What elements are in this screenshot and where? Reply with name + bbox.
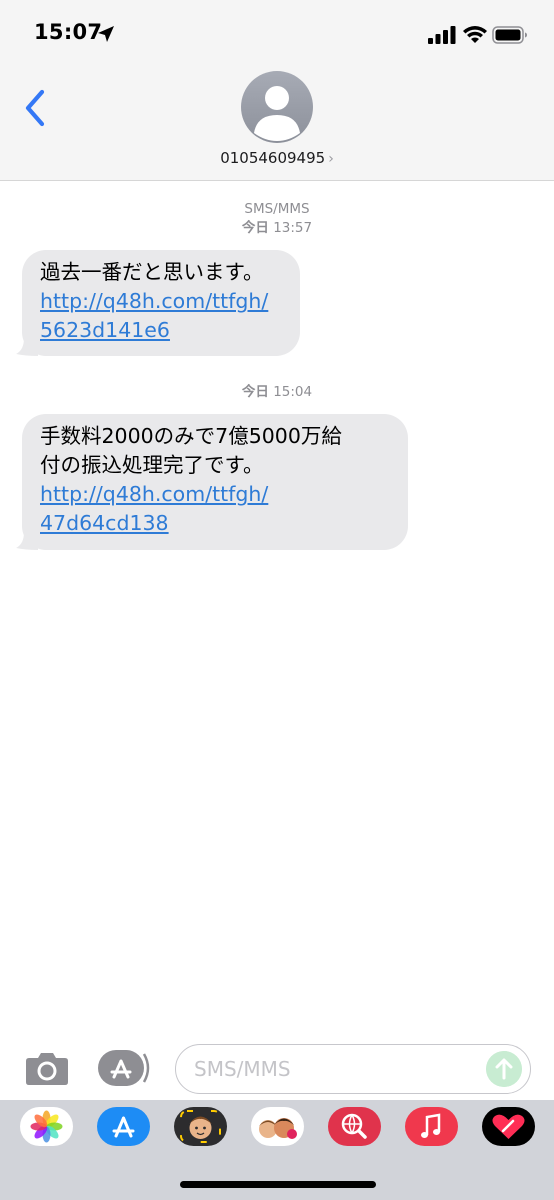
incoming-message-bubble[interactable]: 過去一番だと思います。 http://q48h.com/ttfgh/ 5623d… — [16, 250, 300, 356]
contact-number: 01054609495 — [220, 149, 326, 167]
send-button[interactable] — [486, 1051, 522, 1087]
message-input[interactable]: SMS/MMS — [175, 1044, 531, 1094]
link-line: http://q48h.com/ttfgh/ — [40, 482, 269, 506]
timestamp-day: 今日 — [241, 220, 269, 236]
message-link[interactable]: http://q48h.com/ttfgh/ 47d64cd138 — [40, 480, 390, 538]
status-time: 15:07 — [34, 20, 103, 44]
link-line: 5623d141e6 — [40, 318, 170, 342]
app-store-icon[interactable] — [97, 1107, 150, 1146]
person-silhouette-icon — [254, 86, 300, 141]
timestamp: 今日 15:04 — [0, 383, 554, 401]
back-button[interactable] — [18, 86, 52, 130]
link-line: http://q48h.com/ttfgh/ — [40, 289, 269, 313]
bubble-tail — [16, 338, 38, 356]
music-icon[interactable] — [405, 1107, 458, 1146]
battery-icon — [492, 26, 527, 44]
chevron-right-icon: › — [328, 151, 334, 167]
timestamp: 今日 13:57 — [0, 219, 554, 237]
location-arrow-icon — [98, 26, 114, 42]
service-label: SMS/MMS — [244, 201, 310, 217]
memoji-icon[interactable] — [174, 1107, 227, 1146]
contact-avatar[interactable] — [241, 71, 313, 143]
camera-icon[interactable] — [25, 1050, 69, 1086]
link-line: 47d64cd138 — [40, 511, 169, 535]
status-bar: 15:07 — [0, 0, 554, 70]
message-link[interactable]: http://q48h.com/ttfgh/ 5623d141e6 — [40, 287, 282, 345]
incoming-message-bubble[interactable]: 手数料2000のみで7億5000万給 付の振込処理完了です。 http://q4… — [16, 414, 408, 550]
cellular-signal-icon — [428, 26, 456, 44]
wifi-icon — [463, 26, 487, 43]
message-text: 付の振込処理完了です。 — [40, 453, 264, 477]
message-input-placeholder: SMS/MMS — [194, 1057, 291, 1081]
photos-icon[interactable] — [20, 1107, 73, 1146]
web-search-icon[interactable] — [328, 1107, 381, 1146]
app-store-drawer-icon[interactable] — [97, 1049, 153, 1087]
contact-name-button[interactable]: 01054609495 › — [0, 149, 554, 167]
message-text: 手数料2000のみで7億5000万給 — [40, 424, 342, 448]
timestamp-time: 15:04 — [273, 384, 313, 400]
timestamp-time: 13:57 — [273, 220, 313, 236]
bubble-tail — [16, 532, 38, 550]
memoji-stickers-icon[interactable] — [251, 1107, 304, 1146]
conversation-header: 15:07 01054609495 › — [0, 0, 554, 181]
digital-touch-icon[interactable] — [482, 1107, 535, 1146]
timestamp-day: 今日 — [241, 384, 269, 400]
message-text: 過去一番だと思います。 — [40, 260, 264, 284]
home-indicator[interactable] — [180, 1181, 376, 1188]
